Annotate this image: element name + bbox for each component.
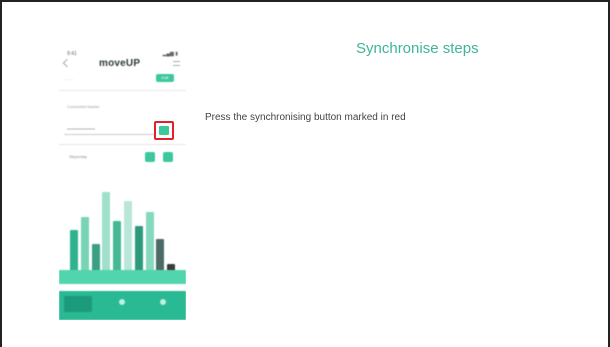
chart-bar bbox=[102, 192, 111, 282]
chart-prev-button[interactable] bbox=[145, 152, 155, 162]
slide: Synchronise steps Press the synchronisin… bbox=[0, 0, 610, 347]
tab-chart-icon[interactable] bbox=[119, 299, 125, 305]
tracker-field-label: Connected tracker bbox=[67, 104, 100, 109]
steps-toggle-label: Steps/day bbox=[69, 154, 87, 159]
slide-title: Synchronise steps bbox=[356, 40, 479, 57]
status-time: 9:41 bbox=[67, 51, 77, 57]
tab-profile-icon[interactable] bbox=[160, 299, 166, 305]
sync-button[interactable] bbox=[154, 121, 174, 140]
phone-screenshot: 9:41 ▂▄▆ ▮ moveUP ........ Edit Connecte… bbox=[59, 48, 186, 320]
app-logo: moveUP bbox=[99, 58, 141, 69]
tab-home[interactable] bbox=[64, 296, 92, 312]
sync-icon bbox=[159, 126, 169, 135]
menu-icon[interactable] bbox=[173, 61, 180, 66]
instruction-text: Press the synchronising button marked in… bbox=[205, 112, 406, 123]
chart-next-button[interactable] bbox=[163, 152, 173, 162]
tracker-field-value: •••••••••••••••••••• bbox=[67, 126, 96, 131]
tracker-field[interactable]: •••••••••••••••••••• bbox=[64, 121, 168, 135]
edit-pill-button[interactable]: Edit bbox=[156, 74, 174, 82]
steps-chart bbox=[69, 178, 177, 282]
submenu-text: ........ bbox=[65, 76, 74, 81]
signal-battery-icon: ▂▄▆ ▮ bbox=[162, 51, 178, 57]
divider bbox=[59, 144, 186, 145]
divider bbox=[59, 90, 186, 91]
action-bar[interactable] bbox=[59, 270, 186, 284]
tab-bar bbox=[59, 291, 186, 320]
